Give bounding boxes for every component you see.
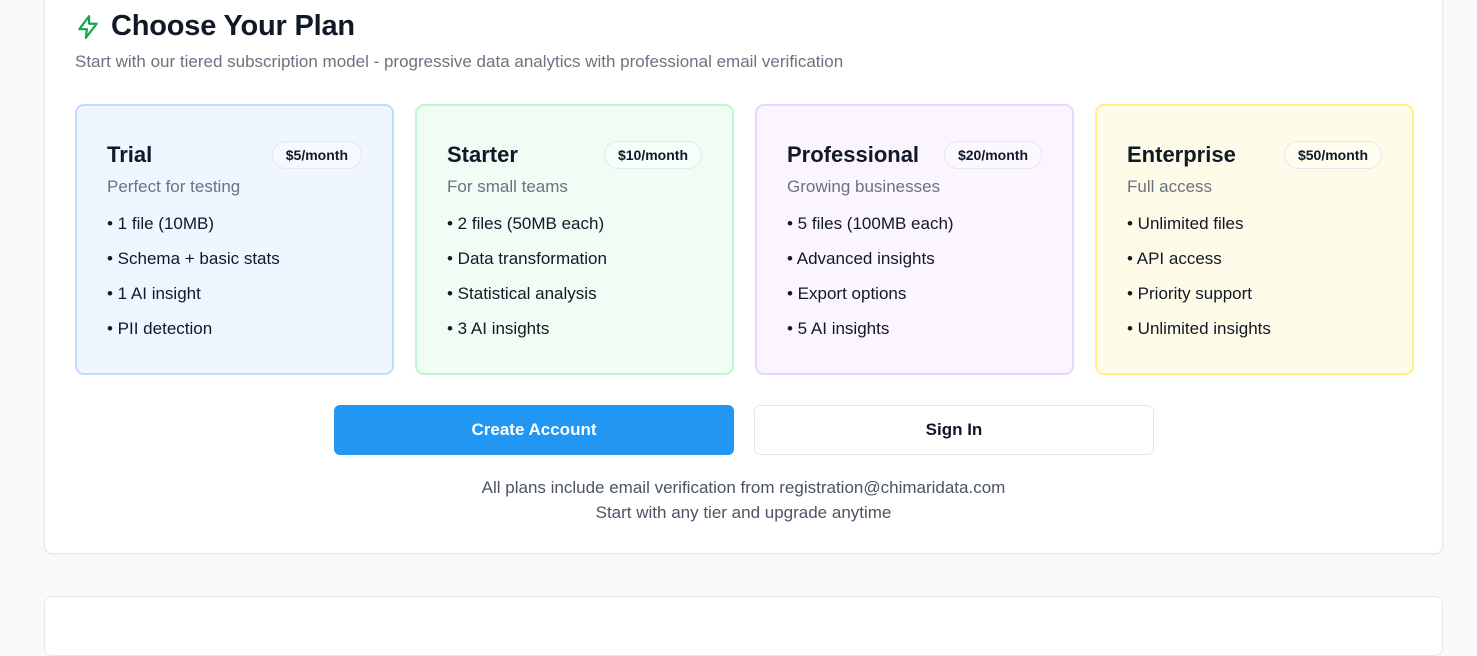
feature-item: • Schema + basic stats bbox=[107, 249, 280, 268]
price-badge: $50/month bbox=[1283, 141, 1382, 169]
feature-item: • Statistical analysis bbox=[447, 284, 597, 303]
price-badge: $10/month bbox=[603, 141, 702, 169]
plan-header-row: Starter $10/month bbox=[447, 140, 702, 170]
plan-description: For small teams bbox=[447, 177, 568, 196]
plan-grid: Trial $5/month Perfect for testing • 1 f… bbox=[75, 104, 1414, 375]
plan-name: Enterprise bbox=[1127, 142, 1236, 167]
feature-list: • 5 files (100MB each) • Advanced insigh… bbox=[787, 212, 1042, 352]
email-verification-note: All plans include email verification fro… bbox=[481, 478, 1006, 497]
feature-item: • 1 AI insight bbox=[107, 284, 201, 303]
feature-list: • 2 files (50MB each) • Data transformat… bbox=[447, 212, 702, 352]
feature-item: • 3 AI insights bbox=[447, 319, 550, 338]
price-badge: $5/month bbox=[271, 141, 362, 169]
page-subtitle: Start with our tiered subscription model… bbox=[75, 52, 844, 71]
price-badge: $20/month bbox=[943, 141, 1042, 169]
feature-item: • Unlimited insights bbox=[1127, 319, 1271, 338]
plan-header: Choose Your Plan bbox=[75, 10, 355, 43]
feature-item: • 1 file (10MB) bbox=[107, 214, 215, 233]
plan-description: Full access bbox=[1127, 177, 1213, 196]
plan-card-trial[interactable]: Trial $5/month Perfect for testing • 1 f… bbox=[75, 104, 394, 375]
feature-item: • Export options bbox=[787, 284, 907, 303]
plan-description: Perfect for testing bbox=[107, 177, 241, 196]
plan-name: Trial bbox=[107, 142, 153, 167]
feature-item: • Priority support bbox=[1127, 284, 1252, 303]
create-account-button[interactable]: Create Account bbox=[334, 405, 734, 455]
plan-header-row: Trial $5/month bbox=[107, 140, 362, 170]
plan-header-row: Professional $20/month bbox=[787, 140, 1042, 170]
plan-card-professional[interactable]: Professional $20/month Growing businesse… bbox=[755, 104, 1074, 375]
feature-item: • 5 AI insights bbox=[787, 319, 890, 338]
next-card bbox=[44, 596, 1443, 656]
feature-item: • Data transformation bbox=[447, 249, 607, 268]
plan-header-row: Enterprise $50/month bbox=[1127, 140, 1382, 170]
plan-description: Growing businesses bbox=[787, 177, 941, 196]
plan-name: Professional bbox=[787, 142, 920, 167]
sign-in-button[interactable]: Sign In bbox=[754, 405, 1154, 455]
feature-list: • Unlimited files • API access • Priorit… bbox=[1127, 212, 1382, 352]
feature-item: • Unlimited files bbox=[1127, 214, 1244, 233]
auth-actions: Create Account Sign In bbox=[334, 405, 1154, 455]
page-title: Choose Your Plan bbox=[111, 10, 355, 42]
feature-item: • PII detection bbox=[107, 319, 213, 338]
plan-card-enterprise[interactable]: Enterprise $50/month Full access • Unlim… bbox=[1095, 104, 1414, 375]
upgrade-note: Start with any tier and upgrade anytime bbox=[595, 503, 892, 522]
lightning-icon bbox=[75, 14, 101, 40]
feature-item: • 2 files (50MB each) bbox=[447, 214, 605, 233]
feature-item: • Advanced insights bbox=[787, 249, 935, 268]
plan-name: Starter bbox=[447, 142, 518, 167]
feature-list: • 1 file (10MB) • Schema + basic stats •… bbox=[107, 212, 362, 352]
plan-card-starter[interactable]: Starter $10/month For small teams • 2 fi… bbox=[415, 104, 734, 375]
feature-item: • API access bbox=[1127, 249, 1222, 268]
feature-item: • 5 files (100MB each) bbox=[787, 214, 954, 233]
